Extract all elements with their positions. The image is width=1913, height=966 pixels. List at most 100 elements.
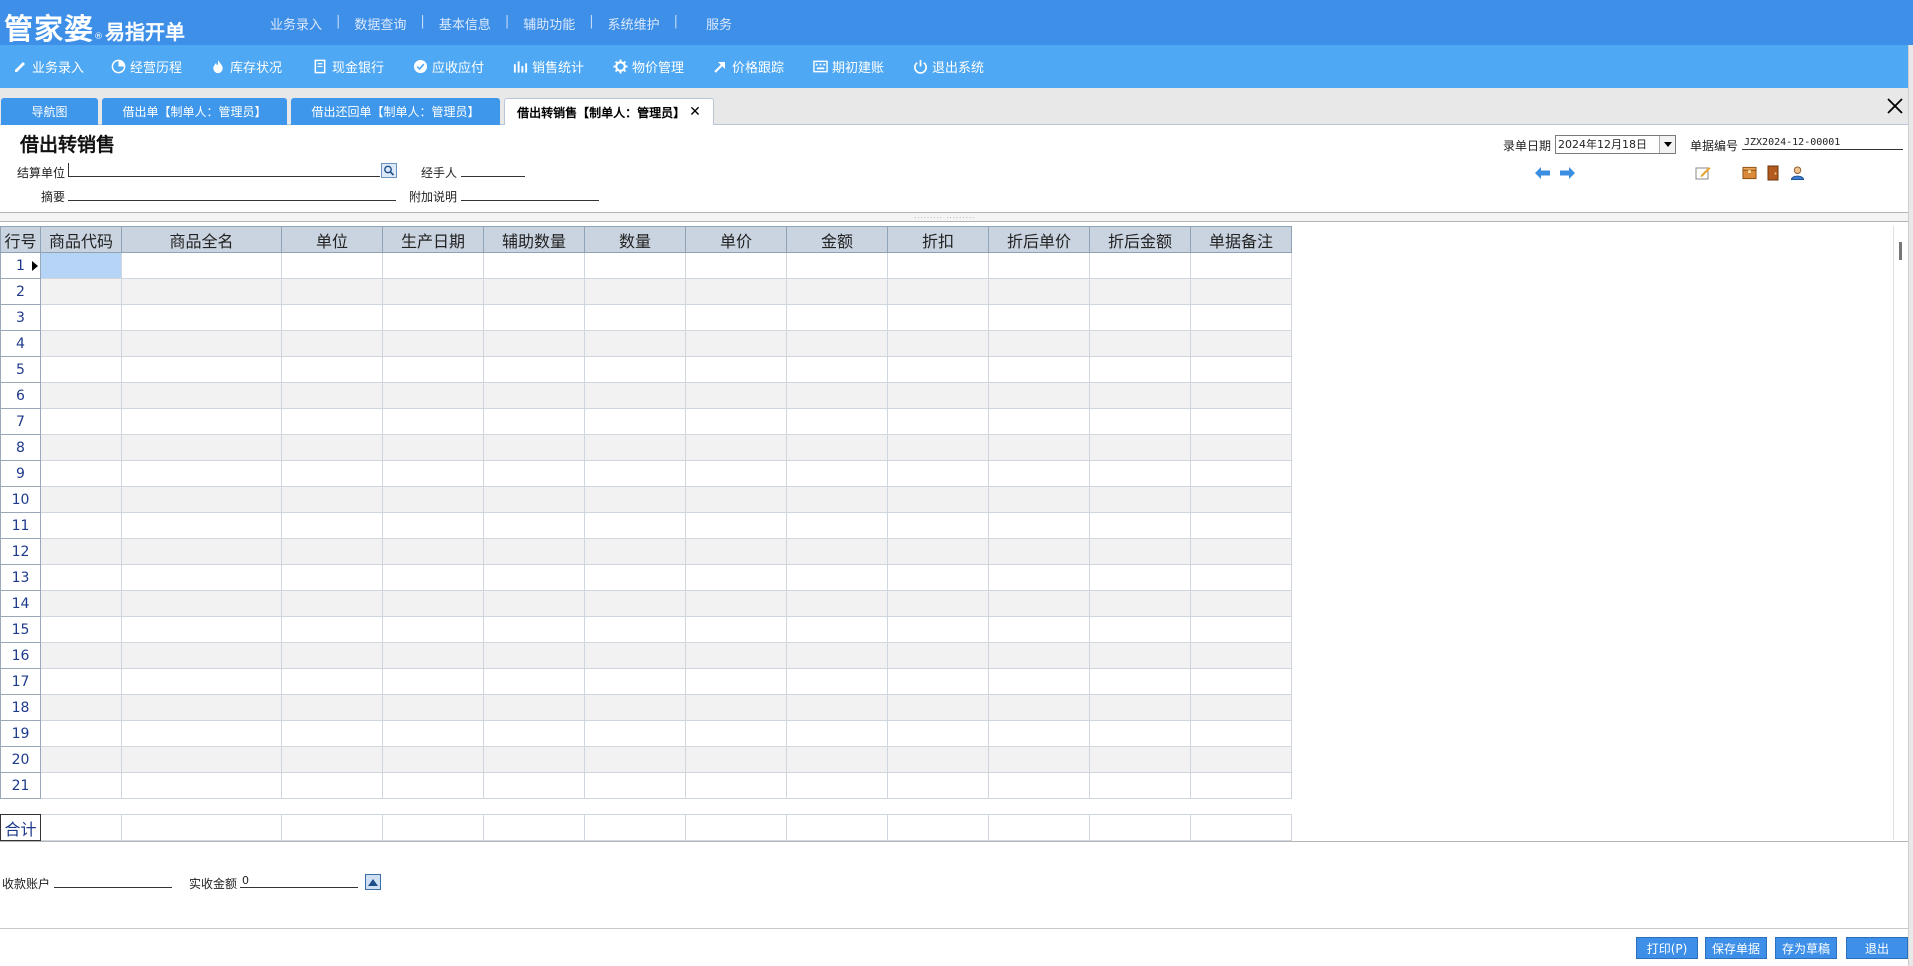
grid-cell-unit[interactable] [281,772,383,799]
grid-cell-product-code[interactable] [40,278,122,305]
grid-cell-aux-quantity[interactable] [483,668,585,695]
grid-cell-quantity[interactable] [584,746,686,773]
summary-input[interactable] [68,187,396,201]
grid-cell-production-date[interactable] [382,434,484,461]
grid-cell-quantity[interactable] [584,512,686,539]
grid-cell-aux-quantity[interactable] [483,278,585,305]
grid-cell-doc-remark[interactable] [1190,616,1292,643]
grid-cell-unit-price[interactable] [685,460,787,487]
grid-cell-product-code[interactable] [40,434,122,461]
grid-cell-discounted-price[interactable] [988,642,1090,669]
grid-cell-unit-price[interactable] [685,590,787,617]
grid-cell-discounted-price[interactable] [988,720,1090,747]
search-icon[interactable] [381,163,397,178]
grid-cell-discounted-price[interactable] [988,538,1090,565]
grid-cell-product-name[interactable] [121,408,282,435]
grid-cell-production-date[interactable] [382,564,484,591]
grid-cell-discount[interactable] [887,408,989,435]
grid-cell-product-name[interactable] [121,538,282,565]
grid-cell-product-name[interactable] [121,720,282,747]
grid-cell-aux-quantity[interactable] [483,512,585,539]
column-header-aux-quantity[interactable]: 辅助数量 [483,226,585,253]
grid-cell-discounted-amount[interactable] [1089,590,1191,617]
menu-system-maintenance[interactable]: 系统维护 [608,14,660,33]
grid-cell-product-name[interactable] [121,460,282,487]
grid-cell-doc-remark[interactable] [1190,642,1292,669]
grid-cell-doc-remark[interactable] [1190,720,1292,747]
grid-cell-production-date[interactable] [382,278,484,305]
grid-cell-amount[interactable] [786,460,888,487]
grid-cell-quantity[interactable] [584,642,686,669]
grid-cell-aux-quantity[interactable] [483,538,585,565]
grid-cell-discounted-amount[interactable] [1089,512,1191,539]
grid-cell-aux-quantity[interactable] [483,694,585,721]
grid-cell-production-date[interactable] [382,642,484,669]
grid-cell-doc-remark[interactable] [1190,590,1292,617]
handler-input[interactable] [461,163,525,177]
grid-cell-aux-quantity[interactable] [483,460,585,487]
grid-cell-aux-quantity[interactable] [483,642,585,669]
grid-cell-product-name[interactable] [121,278,282,305]
grid-cell-product-code[interactable] [40,538,122,565]
grid-cell-aux-quantity[interactable] [483,252,585,279]
grid-cell-doc-remark[interactable] [1190,512,1292,539]
grid-cell-doc-remark[interactable] [1190,564,1292,591]
grid-cell-discounted-amount[interactable] [1089,278,1191,305]
grid-cell-aux-quantity[interactable] [483,330,585,357]
grid-cell-production-date[interactable] [382,330,484,357]
grid-cell-discounted-amount[interactable] [1089,694,1191,721]
grid-cell-discounted-price[interactable] [988,590,1090,617]
grid-cell-unit-price[interactable] [685,746,787,773]
grid-cell-discount[interactable] [887,538,989,565]
grid-cell-product-name[interactable] [121,642,282,669]
grid-cell-discount[interactable] [887,486,989,513]
grid-cell-discounted-amount[interactable] [1089,538,1191,565]
grid-cell-quantity[interactable] [584,486,686,513]
grid-cell-product-code[interactable] [40,668,122,695]
grid-cell-quantity[interactable] [584,590,686,617]
next-arrow-icon[interactable] [1559,165,1575,181]
grid-cell-unit-price[interactable] [685,356,787,383]
grid-cell-product-code[interactable] [40,304,122,331]
grid-cell-product-name[interactable] [121,694,282,721]
column-header-unit-price[interactable]: 单价 [685,226,787,253]
grid-cell-product-name[interactable] [121,564,282,591]
grid-cell-discount[interactable] [887,694,989,721]
grid-cell-amount[interactable] [786,434,888,461]
grid-cell-product-name[interactable] [121,252,282,279]
grid-cell-product-name[interactable] [121,486,282,513]
grid-cell-discount[interactable] [887,668,989,695]
grid-cell-doc-remark[interactable] [1190,304,1292,331]
grid-cell-product-code[interactable] [40,460,122,487]
grid-cell-doc-remark[interactable] [1190,538,1292,565]
grid-cell-production-date[interactable] [382,408,484,435]
toolbar-business-history[interactable]: 经营历程 [110,57,182,76]
grid-cell-amount[interactable] [786,720,888,747]
grid-cell-amount[interactable] [786,668,888,695]
grid-cell-unit-price[interactable] [685,278,787,305]
grid-cell-discount[interactable] [887,564,989,591]
grid-cell-unit-price[interactable] [685,694,787,721]
grid-cell-discounted-amount[interactable] [1089,382,1191,409]
grid-cell-discounted-amount[interactable] [1089,616,1191,643]
grid-cell-amount[interactable] [786,512,888,539]
column-header-production-date[interactable]: 生产日期 [382,226,484,253]
grid-cell-unit[interactable] [281,616,383,643]
grid-cell-production-date[interactable] [382,512,484,539]
toolbar-opening-accounts[interactable]: 期初建账 [812,57,884,76]
column-header-amount[interactable]: 金额 [786,226,888,253]
grid-cell-product-code[interactable] [40,590,122,617]
grid-cell-discounted-price[interactable] [988,616,1090,643]
grid-cell-unit[interactable] [281,538,383,565]
grid-cell-discount[interactable] [887,304,989,331]
grid-cell-discount[interactable] [887,382,989,409]
menu-business-entry[interactable]: 业务录入 [270,14,322,33]
grid-cell-product-code[interactable] [40,330,122,357]
grid-cell-unit[interactable] [281,746,383,773]
grid-cell-discounted-amount[interactable] [1089,720,1191,747]
grid-cell-production-date[interactable] [382,616,484,643]
column-header-quantity[interactable]: 数量 [584,226,686,253]
save-document-button[interactable]: 保存单据 [1705,937,1767,959]
grid-cell-discounted-amount[interactable] [1089,564,1191,591]
grid-cell-discount[interactable] [887,330,989,357]
